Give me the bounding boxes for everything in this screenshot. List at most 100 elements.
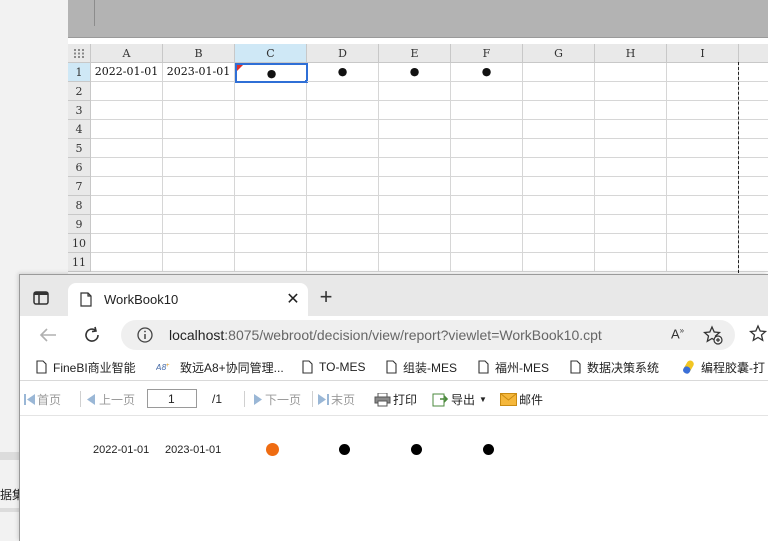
grid-cell[interactable] — [739, 120, 768, 139]
row-header-3[interactable]: 3 — [68, 101, 91, 120]
grid-cell[interactable] — [739, 177, 768, 196]
grid-cell[interactable] — [451, 120, 523, 139]
grid-cell[interactable] — [163, 177, 235, 196]
address-bar[interactable]: localhost:8075/webroot/decision/view/rep… — [121, 320, 735, 350]
grid-cell[interactable] — [595, 139, 667, 158]
grid-cell[interactable] — [235, 82, 307, 101]
grid-cell[interactable] — [379, 120, 451, 139]
grid-cell[interactable] — [307, 139, 379, 158]
grid-cell[interactable] — [91, 139, 163, 158]
grid-cell[interactable] — [451, 196, 523, 215]
email-button[interactable]: 邮件 — [500, 391, 543, 408]
grid-cell[interactable] — [667, 139, 739, 158]
tab-workbook10[interactable]: WorkBook10 ✕ — [68, 283, 308, 316]
row-header-10[interactable]: 10 — [68, 234, 91, 253]
grid-cell[interactable] — [379, 215, 451, 234]
cell-b1[interactable]: 2023-01-01 — [163, 63, 235, 82]
bookmark-to-mes[interactable]: TO-MES — [302, 358, 365, 376]
grid-cell[interactable] — [91, 234, 163, 253]
grid-cell[interactable] — [595, 253, 667, 272]
bookmark-assembly-mes[interactable]: 组装-MES — [386, 358, 457, 376]
grid-cell[interactable] — [595, 82, 667, 101]
read-aloud-icon[interactable]: A» — [671, 326, 684, 341]
add-favorite-icon[interactable] — [703, 325, 723, 345]
grid-cell[interactable] — [523, 253, 595, 272]
new-tab-icon[interactable]: + — [316, 284, 336, 309]
grid-cell[interactable] — [163, 158, 235, 177]
grid-cell[interactable] — [235, 253, 307, 272]
grid-cell[interactable] — [667, 234, 739, 253]
grid-cell[interactable] — [91, 120, 163, 139]
grid-cell[interactable] — [235, 158, 307, 177]
row-header-11[interactable]: 11 — [68, 253, 91, 272]
grid-cell[interactable] — [523, 139, 595, 158]
tab-close-icon[interactable]: ✕ — [284, 290, 302, 308]
bookmark-programming-capsule[interactable]: 编程胶囊-打 — [682, 358, 765, 376]
grid-cell[interactable] — [163, 82, 235, 101]
grid-cell[interactable] — [451, 177, 523, 196]
grid-cell[interactable] — [307, 82, 379, 101]
grid-cell[interactable] — [163, 139, 235, 158]
grid-cell[interactable] — [523, 63, 595, 82]
next-page-button[interactable]: 下一页 — [252, 391, 301, 408]
row-header-2[interactable]: 2 — [68, 82, 91, 101]
grid-cell[interactable] — [163, 196, 235, 215]
grid-cell[interactable] — [235, 139, 307, 158]
row-header-9[interactable]: 9 — [68, 215, 91, 234]
grid-cell[interactable] — [163, 234, 235, 253]
column-header-a[interactable]: A — [91, 44, 163, 63]
column-header-f[interactable]: F — [451, 44, 523, 63]
grid-cell[interactable] — [91, 253, 163, 272]
grid-cell[interactable] — [523, 158, 595, 177]
page-number-input[interactable] — [147, 389, 197, 408]
grid-cell[interactable] — [451, 82, 523, 101]
grid-cell[interactable] — [235, 120, 307, 139]
grid-cell[interactable] — [307, 234, 379, 253]
favorites-icon[interactable] — [749, 324, 768, 344]
previous-page-button[interactable]: 上一页 — [86, 391, 135, 408]
row-header-4[interactable]: 4 — [68, 120, 91, 139]
grid-cell[interactable] — [523, 120, 595, 139]
bookmark-decision-system[interactable]: 数据决策系统 — [570, 358, 659, 376]
grid-cell[interactable] — [523, 234, 595, 253]
grid-cell[interactable] — [91, 82, 163, 101]
row-header-6[interactable]: 6 — [68, 158, 91, 177]
cell-f1[interactable]: ● — [451, 63, 523, 82]
grid-cell[interactable] — [451, 139, 523, 158]
grid-cell[interactable] — [91, 196, 163, 215]
grid-cell[interactable] — [379, 139, 451, 158]
bookmark-seeyon-a8[interactable]: A8 + 致远A8+协同管理... — [156, 358, 284, 376]
grid-cell[interactable] — [91, 215, 163, 234]
grid-cell[interactable] — [667, 82, 739, 101]
grid-cell[interactable] — [307, 101, 379, 120]
grid-cell[interactable] — [739, 63, 768, 82]
grid-cell[interactable] — [307, 177, 379, 196]
grid-cell[interactable] — [667, 177, 739, 196]
grid-cell[interactable] — [235, 196, 307, 215]
grid-cell[interactable] — [163, 215, 235, 234]
grid-cell[interactable] — [307, 158, 379, 177]
column-header-d[interactable]: D — [307, 44, 379, 63]
grid-cell[interactable] — [667, 158, 739, 177]
back-arrow-icon[interactable] — [36, 323, 60, 347]
grid-cell[interactable] — [523, 177, 595, 196]
grid-cell[interactable] — [739, 82, 768, 101]
column-header-h[interactable]: H — [595, 44, 667, 63]
column-header-e[interactable]: E — [379, 44, 451, 63]
grid-cell[interactable] — [595, 177, 667, 196]
grid-cell[interactable] — [307, 120, 379, 139]
grid-cell[interactable] — [379, 177, 451, 196]
column-header-i[interactable]: I — [667, 44, 739, 63]
grid-cell[interactable] — [235, 101, 307, 120]
grid-cell[interactable] — [379, 82, 451, 101]
cell-d1[interactable]: ● — [307, 63, 379, 82]
print-button[interactable]: 打印 — [374, 391, 417, 408]
grid-cell[interactable] — [667, 215, 739, 234]
grid-cell[interactable] — [523, 82, 595, 101]
row-header-1[interactable]: 1 — [68, 63, 91, 82]
grid-cell[interactable] — [739, 101, 768, 120]
grid-cell[interactable] — [595, 234, 667, 253]
grid-cell[interactable] — [739, 196, 768, 215]
grid-cell[interactable] — [739, 253, 768, 272]
grid-cell[interactable] — [307, 253, 379, 272]
